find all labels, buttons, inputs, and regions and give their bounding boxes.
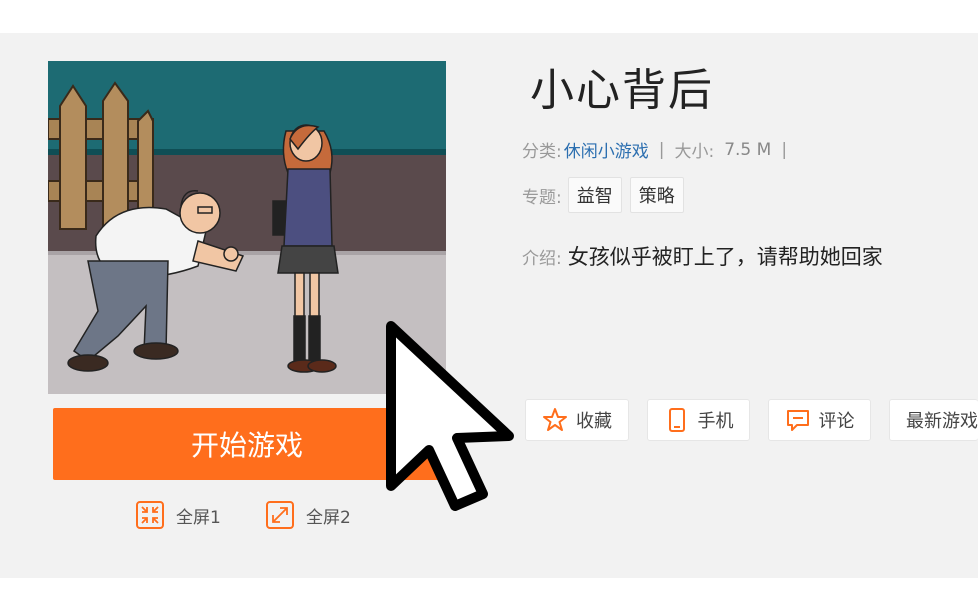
separator: | — [658, 139, 665, 160]
category-label: 分类: — [522, 142, 562, 162]
fullscreen-shrink-icon — [136, 501, 164, 529]
start-game-button[interactable]: 开始游戏 — [53, 408, 441, 480]
separator: | — [781, 139, 788, 160]
intro-text: 女孩似乎被盯上了，请帮助她回家 — [567, 245, 883, 269]
favorite-button[interactable]: 收藏 — [525, 399, 629, 441]
comment-label: 评论 — [818, 411, 855, 432]
comment-button[interactable]: 评论 — [768, 399, 871, 441]
favorite-label: 收藏 — [576, 411, 612, 432]
fullscreen-1-link[interactable]: 全屏1 — [136, 500, 221, 530]
topic-row: 专题: 益智 策略 — [522, 177, 692, 213]
star-icon — [543, 408, 567, 431]
game-title: 小心背后 — [530, 65, 714, 116]
fullscreen-expand-icon — [266, 501, 294, 529]
intro-label: 介绍: — [522, 248, 562, 269]
game-preview-image[interactable] — [48, 61, 446, 394]
topic-label: 专题: — [522, 187, 562, 208]
mobile-label: 手机 — [697, 411, 734, 432]
category-link[interactable]: 休闲小游戏 — [564, 137, 649, 162]
mobile-button[interactable]: 手机 — [647, 399, 750, 441]
phone-icon — [668, 408, 685, 432]
topic-tag[interactable]: 策略 — [629, 177, 684, 213]
latest-games-label: 最新游戏 — [906, 411, 978, 432]
intro-row: 介绍: 女孩似乎被盯上了，请帮助她回家 — [522, 241, 883, 271]
size-label: 大小: — [674, 142, 715, 162]
size-value: 7.5 M — [724, 139, 772, 160]
category-row: 分类: 休闲小游戏 | 大小: 7.5 M | — [522, 137, 797, 163]
latest-games-button[interactable]: 最新游戏 — [889, 399, 978, 441]
fullscreen-2-link[interactable]: 全屏2 — [266, 500, 351, 530]
topic-tag[interactable]: 益智 — [567, 177, 622, 213]
fullscreen-2-label: 全屏2 — [306, 507, 351, 528]
comment-icon — [786, 410, 809, 431]
fullscreen-1-label: 全屏1 — [176, 507, 221, 528]
